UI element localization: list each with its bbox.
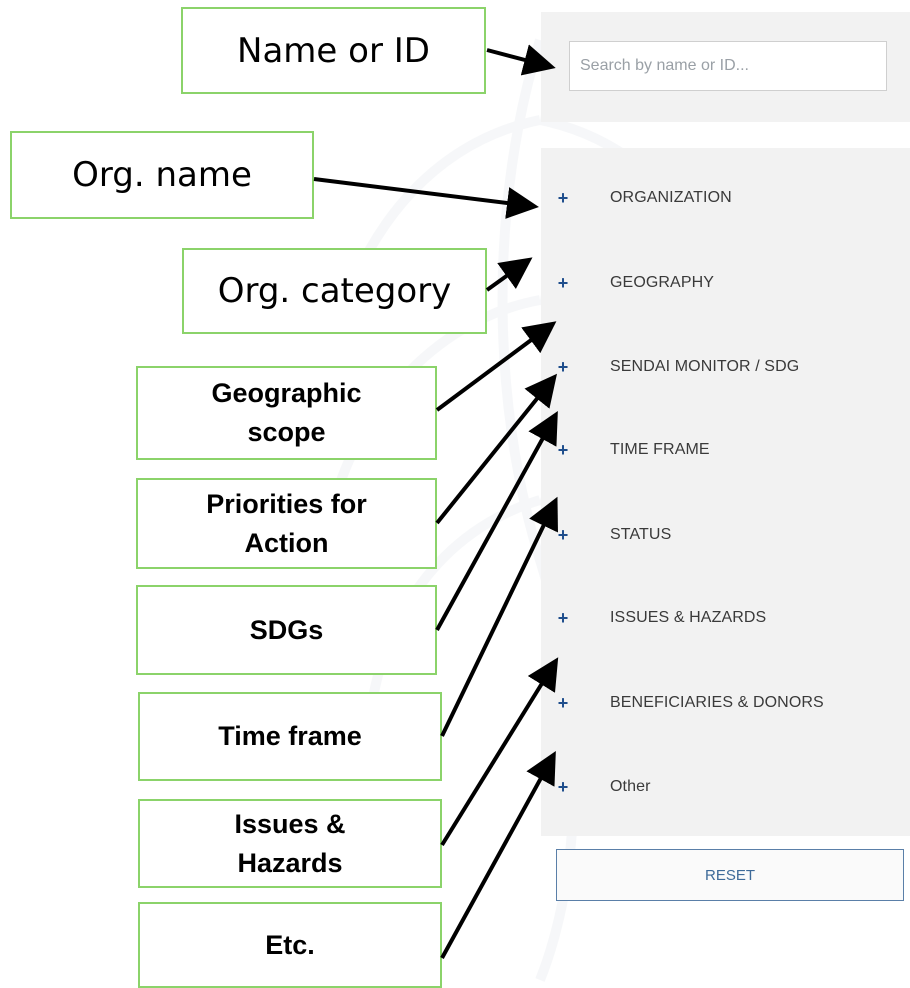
filter-item-other[interactable]: + Other — [541, 767, 910, 807]
plus-icon: + — [557, 273, 569, 293]
filter-item-label: ISSUES & HAZARDS — [610, 609, 767, 626]
callout-name-or-id: Name or ID — [181, 7, 486, 94]
callout-geographic-scope: Geographic scope — [136, 366, 437, 460]
search-panel — [541, 12, 910, 122]
callout-issues-hazards: Issues & Hazards — [138, 799, 442, 888]
filter-item-label: GEOGRAPHY — [610, 274, 715, 291]
callout-time-frame: Time frame — [138, 692, 442, 781]
callout-org-category: Org. category — [182, 248, 487, 334]
filter-item-geography[interactable]: + GEOGRAPHY — [541, 263, 910, 303]
callout-label-line: Issues & — [234, 808, 346, 839]
plus-icon: + — [557, 440, 569, 460]
plus-icon: + — [557, 357, 569, 377]
filter-item-issues-hazards[interactable]: + ISSUES & HAZARDS — [541, 598, 910, 638]
search-input[interactable] — [569, 41, 887, 91]
callout-label-line: Priorities for — [206, 488, 367, 519]
filter-item-organization[interactable]: + ORGANIZATION — [541, 178, 910, 218]
callout-label-line: Action — [244, 527, 329, 558]
callout-label: SDGs — [249, 614, 324, 645]
filter-item-time-frame[interactable]: + TIME FRAME — [541, 430, 910, 470]
filter-item-label: BENEFICIARIES & DONORS — [610, 694, 824, 711]
filter-item-label: SENDAI MONITOR / SDG — [610, 358, 800, 375]
filter-item-label: STATUS — [610, 526, 672, 543]
reset-button[interactable]: RESET — [556, 849, 904, 901]
callout-label: Name or ID — [237, 30, 430, 71]
callout-label: Org. category — [217, 271, 452, 311]
filter-item-label: TIME FRAME — [610, 441, 710, 458]
callout-etc: Etc. — [138, 902, 442, 988]
callout-label: Org. name — [72, 155, 252, 195]
plus-icon: + — [557, 188, 569, 208]
callout-priorities-for-action: Priorities for Action — [136, 478, 437, 569]
callout-label: Time frame — [218, 721, 362, 751]
filter-item-status[interactable]: + STATUS — [541, 515, 910, 555]
filter-item-sendai-monitor-sdg[interactable]: + SENDAI MONITOR / SDG — [541, 347, 910, 387]
plus-icon: + — [557, 693, 569, 713]
callout-label-line: scope — [247, 417, 326, 447]
callout-org-name: Org. name — [10, 131, 314, 219]
plus-icon: + — [557, 608, 569, 628]
plus-icon: + — [557, 777, 569, 797]
filter-item-label: Other — [610, 778, 651, 795]
filter-item-beneficiaries-donors[interactable]: + BENEFICIARIES & DONORS — [541, 683, 910, 723]
callout-label-line: Geographic — [211, 378, 362, 408]
callout-sdgs: SDGs — [136, 585, 437, 675]
plus-icon: + — [557, 525, 569, 545]
filter-item-label: ORGANIZATION — [610, 189, 732, 206]
filter-panel: + ORGANIZATION + GEOGRAPHY + SENDAI MONI… — [541, 148, 910, 901]
callout-label-line: Hazards — [237, 847, 343, 878]
callout-label: Etc. — [265, 929, 315, 960]
